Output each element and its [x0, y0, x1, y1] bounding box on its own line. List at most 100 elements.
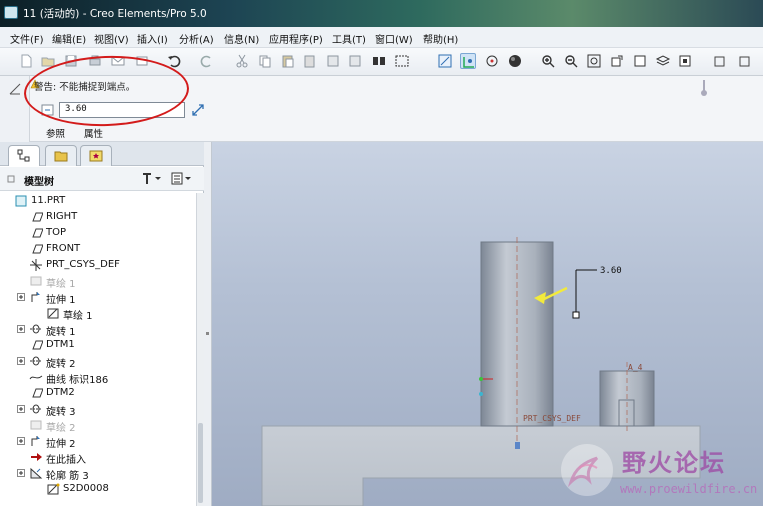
- menu-info[interactable]: 信息(N): [224, 31, 259, 46]
- reorient-icon[interactable]: [609, 53, 625, 69]
- spin-center-icon[interactable]: [484, 53, 500, 69]
- tree-item-sketch-hidden[interactable]: 草绘 1: [0, 273, 196, 290]
- zoom-in-icon[interactable]: [540, 53, 556, 69]
- csys-point-cyan: [479, 392, 483, 396]
- select-box-icon[interactable]: [394, 53, 410, 69]
- tree-item-label: FRONT: [46, 243, 81, 254]
- menu-window[interactable]: 窗口(W): [375, 31, 413, 46]
- regenerate-manager-icon[interactable]: [347, 53, 363, 69]
- tab-folder-browser[interactable]: [45, 145, 77, 166]
- tree-item-sketch-1[interactable]: 草绘 1: [0, 305, 196, 322]
- expand-icon[interactable]: [17, 293, 25, 301]
- refit-icon[interactable]: [586, 53, 602, 69]
- tree-item-label: 轮廓 筋 3: [46, 471, 89, 482]
- menu-file[interactable]: 文件(F): [10, 31, 44, 46]
- dimension-value-input[interactable]: 3.60: [59, 102, 185, 118]
- datum-plane-icon: [29, 338, 43, 352]
- flip-direction-icon[interactable]: [190, 102, 206, 118]
- tree-item-top[interactable]: TOP: [0, 225, 196, 241]
- warning-message: 警告: 不能捕捉到端点。: [34, 82, 136, 93]
- expand-icon[interactable]: [17, 325, 25, 333]
- menu-tools[interactable]: 工具(T): [332, 31, 366, 46]
- graphics-window[interactable]: 3.60 PRT_CSYS_DEF A_4 野火论坛 www.proewildf…: [212, 142, 763, 506]
- open-icon[interactable]: [40, 53, 56, 69]
- tree-collapse-icon[interactable]: [6, 174, 16, 184]
- tree-item-sketch-2-hidden[interactable]: 草绘 2: [0, 417, 196, 434]
- undo-icon[interactable]: [166, 53, 182, 69]
- datum-plane-icon[interactable]: [677, 53, 693, 69]
- sketch-icon: [29, 274, 43, 288]
- tree-item-extrude-1[interactable]: 拉伸 1: [0, 289, 196, 306]
- flame-logo-icon: [561, 444, 613, 496]
- sketch-icon: [9, 83, 21, 95]
- expand-icon[interactable]: [17, 357, 25, 365]
- copy-icon[interactable]: [257, 53, 273, 69]
- tree-settings-icon[interactable]: [140, 170, 162, 187]
- menu-view[interactable]: 视图(V): [94, 31, 129, 46]
- revolve-icon: [29, 402, 43, 416]
- dimension-leader: [575, 269, 597, 314]
- attach-icon[interactable]: [134, 53, 150, 69]
- cut-icon[interactable]: [234, 53, 250, 69]
- tab-properties[interactable]: 属性: [84, 126, 103, 140]
- datum-point-icon[interactable]: [737, 53, 753, 69]
- view-manager-icon[interactable]: [632, 53, 648, 69]
- tree-item-s2d0008[interactable]: S2D0008: [0, 481, 196, 497]
- repaint-icon[interactable]: [437, 53, 453, 69]
- menu-edit[interactable]: 编辑(E): [52, 31, 86, 46]
- tab-model-tree[interactable]: [8, 145, 40, 166]
- expand-icon[interactable]: [17, 437, 25, 445]
- tree-item-label: S2D0008: [63, 483, 109, 494]
- tree-item-front[interactable]: FRONT: [0, 241, 196, 257]
- regenerate-icon[interactable]: [325, 53, 341, 69]
- tree-item-right[interactable]: RIGHT: [0, 209, 196, 225]
- menu-insert[interactable]: 插入(I): [137, 31, 168, 46]
- new-file-icon[interactable]: [18, 53, 34, 69]
- panel-sash[interactable]: [204, 142, 212, 506]
- tab-references[interactable]: 参照: [46, 126, 65, 140]
- tree-item-revolve-3[interactable]: 旋转 3: [0, 401, 196, 418]
- dimension-text[interactable]: 3.60: [600, 266, 622, 276]
- tree-columns-icon[interactable]: [170, 170, 192, 187]
- tree-item-label: 草绘 2: [46, 423, 76, 434]
- tree-item-curve[interactable]: 曲线 标识186: [0, 369, 196, 386]
- title-bar: 11 (活动的) - Creo Elements/Pro 5.0: [0, 0, 763, 27]
- tree-item-insert-here[interactable]: 在此插入: [0, 449, 196, 466]
- part-icon: [14, 194, 28, 208]
- paste-icon[interactable]: [280, 53, 296, 69]
- tree-item-rib-3[interactable]: 轮廓 筋 3: [0, 465, 196, 482]
- zoom-out-icon[interactable]: [563, 53, 579, 69]
- orient-icon[interactable]: [460, 53, 476, 69]
- menu-analysis[interactable]: 分析(A): [179, 31, 214, 46]
- expand-icon[interactable]: [17, 469, 25, 477]
- layers-icon[interactable]: [655, 53, 671, 69]
- dimension-handle[interactable]: [572, 311, 580, 319]
- tree-item-dtm2[interactable]: DTM2: [0, 385, 196, 401]
- print-icon[interactable]: [87, 53, 103, 69]
- tree-item-revolve-1[interactable]: 旋转 1: [0, 321, 196, 338]
- sketch-icon: [46, 482, 60, 496]
- revolve-icon: [29, 354, 43, 368]
- datum-plane-icon: [29, 210, 43, 224]
- save-icon[interactable]: [63, 53, 79, 69]
- app-icon: [4, 6, 18, 19]
- tree-item-part[interactable]: 11.PRT: [0, 193, 196, 209]
- email-icon[interactable]: [110, 53, 126, 69]
- shading-icon[interactable]: [507, 53, 523, 69]
- tree-item-extrude-2[interactable]: 拉伸 2: [0, 433, 196, 450]
- redo-icon[interactable]: [199, 53, 215, 69]
- curve-icon: [29, 370, 43, 384]
- find-icon[interactable]: [371, 53, 387, 69]
- menu-help[interactable]: 帮助(H): [423, 31, 458, 46]
- tree-item-revolve-2[interactable]: 旋转 2: [0, 353, 196, 370]
- tree-item-csys[interactable]: PRT_CSYS_DEF: [0, 257, 196, 273]
- scrollbar-thumb[interactable]: [198, 423, 203, 503]
- tree-scrollbar[interactable]: [196, 193, 204, 506]
- datum-axis-icon[interactable]: [712, 53, 728, 69]
- tab-favorites[interactable]: [80, 145, 112, 166]
- paste-special-icon[interactable]: [302, 53, 318, 69]
- expand-icon[interactable]: [17, 405, 25, 413]
- menu-applications[interactable]: 应用程序(P): [269, 31, 323, 46]
- tree-item-dtm1[interactable]: DTM1: [0, 337, 196, 353]
- axis-label: A_4: [628, 363, 643, 372]
